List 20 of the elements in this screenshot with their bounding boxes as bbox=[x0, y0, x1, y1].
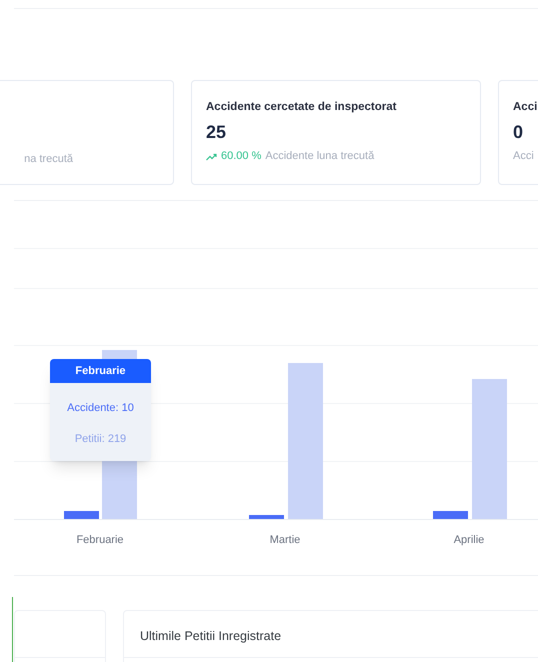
axis-label: Aprilie bbox=[452, 533, 486, 548]
card-subtitle: na trecută bbox=[24, 152, 73, 167]
change-percent: 60.00 % bbox=[221, 149, 262, 164]
card-title: Accidente cercetate de inspectorat bbox=[206, 100, 398, 115]
tooltip-line: Accidente: 10 bbox=[66, 401, 135, 416]
tooltip-line: Petitii: 219 bbox=[74, 432, 128, 446]
axis-label: Martie bbox=[268, 533, 302, 548]
card-value: 0 bbox=[513, 121, 524, 144]
card-title: Acci bbox=[513, 100, 538, 115]
accidents-bar bbox=[249, 515, 284, 519]
trend-up-icon bbox=[206, 152, 217, 160]
card-subtitle: Accidente luna trecută bbox=[265, 149, 374, 164]
accidents-bar bbox=[64, 511, 99, 519]
card-subtitle: Acci bbox=[513, 149, 534, 164]
tooltip-title: Februarie bbox=[50, 359, 151, 383]
panel-title: Ultimile Petitii Inregistrate bbox=[140, 628, 282, 645]
accidents-bar bbox=[433, 511, 468, 519]
card-value: 25 bbox=[206, 121, 228, 144]
axis-label: Februarie bbox=[75, 533, 125, 548]
vertical-line bbox=[12, 597, 13, 662]
